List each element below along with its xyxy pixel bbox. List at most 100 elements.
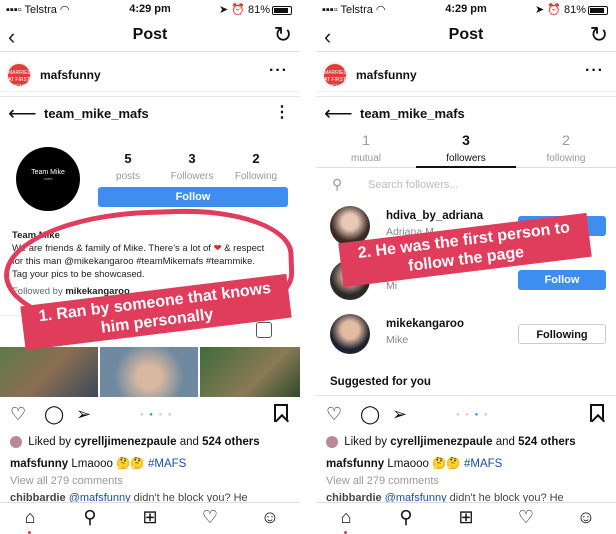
battery-indicator: ➤ ⏰ 81%	[535, 3, 608, 16]
bottom-tab-bar: ⌂ ⚲ ⊞ ♡ ☺	[316, 502, 616, 534]
liker-username[interactable]: cyrelljimenezpaule	[74, 436, 176, 448]
search-followers-input[interactable]: ⚲ Search followers...	[332, 176, 612, 196]
follow-button[interactable]: Follow	[98, 187, 288, 207]
profile-header: ⟵ team_mike_mafs	[316, 97, 616, 133]
stat-posts[interactable]: 5 posts	[98, 151, 158, 184]
suggested-heading: Suggested for you	[330, 376, 431, 388]
search-icon: ⚲	[332, 176, 343, 192]
like-heart-icon[interactable]: ♡	[326, 404, 342, 425]
avatar-text: Team Mike	[31, 169, 65, 176]
caption: mafsfunny Lmaooo 🤔🤔 #MAFS	[326, 458, 503, 470]
likes-count[interactable]: 524 others	[518, 436, 576, 448]
grid-photo[interactable]	[0, 347, 98, 397]
activity-heart-icon[interactable]: ♡	[198, 507, 222, 528]
stat-followers[interactable]: 3 Followers	[162, 151, 222, 184]
profile-username: team_mike_mafs	[44, 106, 149, 121]
caption-username[interactable]: mafsfunny	[10, 458, 68, 470]
profile-username: team_mike_mafs	[360, 106, 465, 121]
profile-icon[interactable]: ☺	[574, 507, 598, 528]
follower-tabs: 1 mutual 3 followers 2 following	[316, 132, 616, 168]
post-author-avatar[interactable]: MARRIED AT FIRST SIGHT FUNNY	[322, 62, 348, 97]
bottom-tab-bar: ⌂ ⚲ ⊞ ♡ ☺	[0, 502, 300, 534]
status-bar: ▪▪▪▫ Telstra ◠ 4:29 pm ➤ ⏰ 81%	[0, 0, 300, 18]
tagged-icon[interactable]	[256, 322, 272, 338]
grid-photo[interactable]	[100, 347, 198, 397]
status-bar: ▪▪▪▫ Telstra ◠ 4:29 pm ➤ ⏰ 81%	[316, 0, 616, 18]
post-header: MARRIED AT FIRST SIGHT FUNNY mafsfunny ·…	[316, 58, 616, 97]
profile-header: ⟵ team_mike_mafs ⋮	[0, 97, 300, 133]
following-button[interactable]: Following	[518, 324, 606, 344]
home-icon[interactable]: ⌂	[18, 507, 42, 528]
view-all-comments[interactable]: View all 279 comments	[10, 475, 123, 487]
like-heart-icon[interactable]: ♡	[10, 404, 26, 425]
tab-label: mutual	[350, 153, 381, 164]
stat-label: Following	[234, 171, 278, 182]
tab-label: following	[546, 153, 586, 164]
nav-bar: ‹ Post ↻	[316, 20, 616, 52]
new-post-icon[interactable]: ⊞	[454, 507, 478, 528]
profile-icon[interactable]: ☺	[258, 507, 282, 528]
tab-followers[interactable]: 3 followers	[416, 132, 516, 168]
search-icon[interactable]: ⚲	[78, 507, 102, 528]
post-header: MARRIED AT FIRST SIGHT FUNNY mafsfunny ·…	[0, 58, 300, 97]
activity-heart-icon[interactable]: ♡	[514, 507, 538, 528]
tab-count: 3	[462, 132, 470, 148]
view-all-comments[interactable]: View all 279 comments	[326, 475, 439, 487]
caption: mafsfunny Lmaooo 🤔🤔 #MAFS	[10, 458, 187, 470]
comment-icon[interactable]: ◯	[360, 404, 380, 425]
liker-avatar	[326, 436, 338, 448]
caption-username[interactable]: mafsfunny	[326, 458, 384, 470]
tab-mutual[interactable]: 1 mutual	[316, 132, 416, 166]
stat-label: Followers	[170, 171, 214, 182]
stat-label: posts	[116, 171, 140, 182]
post-author-avatar[interactable]: MARRIED AT FIRST SIGHT FUNNY	[6, 62, 32, 97]
carousel-dots: ● ● ● ●	[456, 412, 490, 418]
nav-bar: ‹ Post ↻	[0, 20, 300, 52]
battery-icon	[588, 5, 608, 15]
follower-fullname: Mike	[386, 334, 409, 346]
tab-label: followers	[446, 153, 486, 164]
share-icon[interactable]: ➢	[392, 404, 407, 425]
refresh-icon[interactable]: ↻	[590, 22, 608, 48]
follower-username[interactable]: mikekangaroo	[386, 318, 464, 330]
post-author-name[interactable]: mafsfunny	[40, 68, 101, 82]
liker-avatar	[10, 436, 22, 448]
new-post-icon[interactable]: ⊞	[138, 507, 162, 528]
stat-number: 5	[124, 151, 132, 166]
follower-avatar[interactable]	[330, 314, 370, 354]
share-icon[interactable]: ➢	[76, 404, 91, 425]
back-arrow-icon[interactable]: ⟵	[324, 101, 353, 126]
post-author-name[interactable]: mafsfunny	[356, 68, 417, 82]
comment-preview: chibbardie @mafsfunny didn't he block yo…	[10, 492, 248, 502]
bookmark-icon[interactable]	[274, 404, 288, 422]
photo-grid	[0, 347, 300, 397]
bookmark-icon[interactable]	[590, 404, 604, 422]
home-icon[interactable]: ⌂	[334, 507, 358, 528]
back-arrow-icon[interactable]: ⟵	[8, 101, 37, 126]
refresh-icon[interactable]: ↻	[274, 22, 292, 48]
carousel-dots: ● ● ● ●	[140, 412, 174, 418]
battery-icon	[272, 5, 292, 15]
stat-number: 3	[188, 151, 196, 166]
grid-photo[interactable]	[200, 347, 300, 397]
left-screen: ▪▪▪▫ Telstra ◠ 4:29 pm ➤ ⏰ 81% ‹ Post ↻ …	[0, 0, 300, 534]
battery-indicator: ➤ ⏰ 81%	[219, 3, 292, 16]
follower-row[interactable]: mikekangaroo Mike Following	[330, 312, 616, 356]
likes-line: Liked by cyrelljimenezpaule and 524 othe…	[10, 436, 300, 448]
kebab-menu-icon[interactable]: ⋮	[274, 102, 290, 122]
tab-following[interactable]: 2 following	[516, 132, 616, 166]
stat-following[interactable]: 2 Following	[226, 151, 286, 184]
hashtag-link[interactable]: #MAFS	[148, 458, 186, 470]
more-options-icon[interactable]: ···	[269, 62, 288, 80]
comment-icon[interactable]: ◯	[44, 404, 64, 425]
hashtag-link[interactable]: #MAFS	[464, 458, 502, 470]
likes-line: Liked by cyrelljimenezpaule and 524 othe…	[326, 436, 616, 448]
more-options-icon[interactable]: ···	[585, 62, 604, 80]
follow-button[interactable]: Follow	[518, 270, 606, 290]
tab-count: 2	[562, 132, 570, 148]
follower-username[interactable]: hdiva_by_adriana	[386, 210, 483, 222]
liker-username[interactable]: cyrelljimenezpaule	[390, 436, 492, 448]
search-icon[interactable]: ⚲	[394, 507, 418, 528]
stat-number: 2	[252, 151, 260, 166]
likes-count[interactable]: 524 others	[202, 436, 260, 448]
